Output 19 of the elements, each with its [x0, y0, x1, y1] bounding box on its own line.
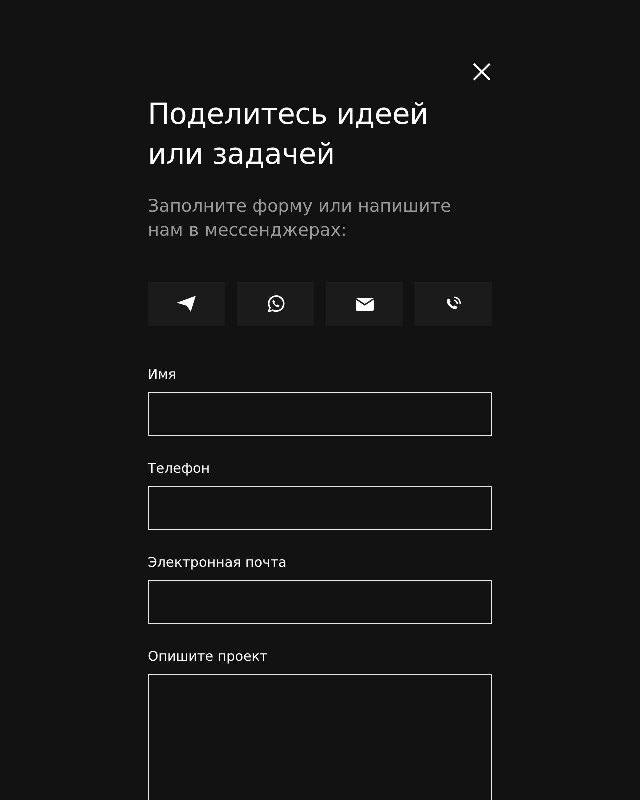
paper-plane-icon — [177, 296, 196, 312]
envelope-icon — [356, 298, 374, 310]
project-description-field[interactable] — [148, 674, 492, 800]
form-subtitle: Заполните форму или напишите нам в мессенджерах: — [148, 196, 452, 243]
messenger-button[interactable] — [148, 282, 225, 326]
form-title: Поделитесь идеей или задачей — [148, 96, 430, 173]
messenger-button[interactable] — [237, 282, 314, 326]
field-label: Электронная почта — [148, 554, 288, 572]
field-label: Телефон — [148, 460, 212, 478]
field-label: Имя — [148, 366, 178, 384]
field-label: Опишите проект — [148, 648, 269, 666]
chat-phone-icon — [266, 295, 284, 313]
input-field[interactable] — [148, 580, 492, 624]
close-icon — [472, 62, 492, 82]
input-field[interactable] — [148, 392, 492, 436]
email-button[interactable] — [326, 282, 403, 326]
phone-icon — [445, 296, 462, 312]
input-field[interactable] — [148, 486, 492, 530]
phone-button[interactable] — [415, 282, 492, 326]
